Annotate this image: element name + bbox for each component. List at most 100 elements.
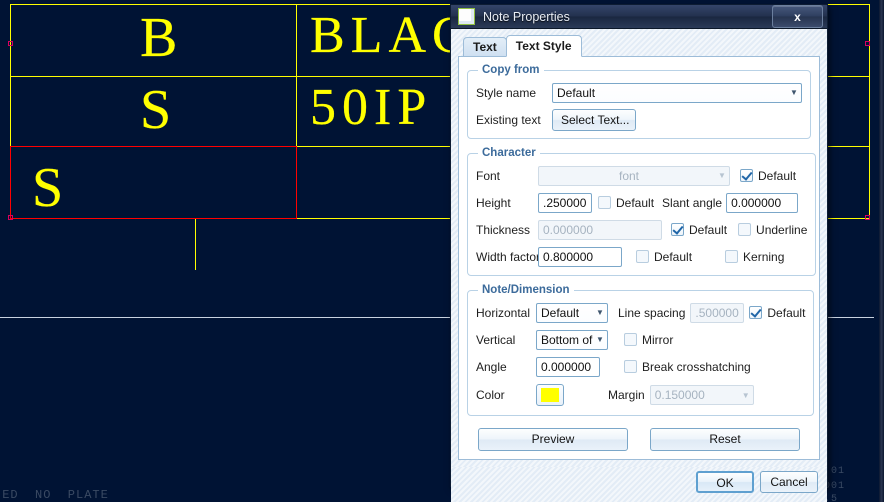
application-window: B BLACK S 50IP S IED NO PLATE .XX +-0.01… bbox=[0, 0, 884, 502]
slant-angle-input[interactable] bbox=[726, 192, 799, 213]
row-width-factor: Width factor Default Kerning bbox=[476, 246, 807, 267]
underline-label: Underline bbox=[756, 222, 808, 237]
tab-panel-text-style: Copy from Style name Default ▼ Existing … bbox=[458, 57, 820, 460]
checkbox-box bbox=[598, 196, 611, 209]
row-horizontal: Horizontal Default ▼ Line spacing Defaul… bbox=[476, 302, 805, 323]
checkbox-box bbox=[624, 333, 637, 346]
margin-label: Margin bbox=[608, 388, 645, 402]
note-properties-dialog: Note Properties x Text Text Style Copy f… bbox=[450, 4, 828, 502]
thickness-input[interactable] bbox=[538, 219, 662, 240]
style-name-label: Style name bbox=[476, 85, 537, 100]
row-font: Font font ▼ Default bbox=[476, 165, 807, 186]
tab-text[interactable]: Text bbox=[463, 37, 507, 56]
vertical-combo[interactable]: Bottom of ▼ bbox=[536, 329, 608, 350]
horizontal-combo[interactable]: Default ▼ bbox=[536, 302, 608, 323]
font-value: font bbox=[618, 168, 639, 183]
row-style-name: Style name Default ▼ bbox=[476, 82, 802, 103]
row-existing-text: Existing text Select Text... bbox=[476, 108, 802, 131]
font-label: Font bbox=[476, 168, 501, 183]
group-note-dimension: Note/Dimension Horizontal Default ▼ Line… bbox=[467, 284, 815, 416]
host-scrollbar[interactable] bbox=[879, 0, 884, 502]
height-label: Height bbox=[476, 195, 511, 210]
angle-input[interactable] bbox=[536, 356, 600, 377]
font-default-checkbox[interactable]: Default bbox=[740, 169, 796, 183]
ok-button[interactable]: OK bbox=[696, 471, 754, 493]
row-thickness: Thickness Default Underline bbox=[476, 219, 807, 240]
kerning-label: Kerning bbox=[743, 249, 785, 264]
kerning-checkbox[interactable]: Kerning bbox=[725, 250, 784, 264]
thickness-default-label: Default bbox=[689, 222, 728, 237]
color-label: Color bbox=[476, 388, 505, 402]
checkbox-box bbox=[740, 169, 753, 182]
cad-grip-handle[interactable] bbox=[8, 215, 13, 220]
cad-text-cell-selected[interactable]: S bbox=[32, 160, 69, 216]
underline-checkbox[interactable]: Underline bbox=[738, 223, 807, 237]
cad-grip-handle[interactable] bbox=[865, 41, 870, 46]
vertical-value: Bottom of bbox=[541, 332, 593, 347]
chevron-down-icon: ▼ bbox=[596, 308, 604, 317]
panel-action-buttons: Preview Reset bbox=[467, 424, 811, 451]
checkbox-box bbox=[671, 223, 684, 236]
mirror-label: Mirror bbox=[642, 332, 674, 347]
tabstrip: Text Text Style bbox=[458, 35, 820, 57]
tab-text-style[interactable]: Text Style bbox=[505, 35, 582, 57]
dialog-body: Text Text Style Copy from Style name Def… bbox=[451, 29, 827, 467]
close-icon[interactable]: x bbox=[772, 5, 823, 28]
width-factor-default-checkbox[interactable]: Default bbox=[636, 250, 692, 264]
font-default-label: Default bbox=[758, 168, 797, 183]
cad-text-cell[interactable]: B bbox=[140, 10, 183, 66]
group-note-dimension-legend: Note/Dimension bbox=[482, 284, 570, 296]
line-spacing-default-checkbox[interactable]: Default bbox=[749, 306, 805, 320]
slant-angle-label: Slant angle bbox=[662, 195, 723, 210]
note-document-icon bbox=[458, 8, 475, 25]
width-factor-default-label: Default bbox=[654, 249, 693, 264]
group-character: Character Font font ▼ Default Height .25… bbox=[467, 147, 817, 276]
cad-grip-handle[interactable] bbox=[865, 215, 870, 220]
checkbox-box bbox=[725, 250, 739, 263]
style-name-combo[interactable]: Default ▼ bbox=[552, 82, 802, 103]
cad-grip-handle[interactable] bbox=[8, 41, 13, 46]
vertical-label: Vertical bbox=[476, 332, 516, 347]
horizontal-value: Default bbox=[541, 305, 580, 320]
reset-button[interactable]: Reset bbox=[650, 428, 800, 451]
angle-label: Angle bbox=[476, 359, 507, 374]
checkbox-box bbox=[749, 306, 763, 319]
existing-text-label: Existing text bbox=[476, 112, 541, 127]
group-copy-from: Copy from Style name Default ▼ Existing … bbox=[467, 64, 811, 139]
break-crosshatching-checkbox[interactable]: Break crosshatching bbox=[624, 360, 751, 374]
preview-button[interactable]: Preview bbox=[478, 428, 628, 451]
cad-faint-label: IED NO PLATE bbox=[0, 488, 109, 502]
width-factor-input[interactable] bbox=[538, 246, 622, 267]
row-height: Height Default Slant angle bbox=[476, 192, 807, 213]
cad-selection-line bbox=[296, 146, 297, 219]
row-color: Color Margin 0.150000 ▼ bbox=[476, 383, 805, 407]
horizontal-label: Horizontal bbox=[476, 305, 531, 320]
cad-text-cell[interactable]: 50IP bbox=[310, 81, 432, 134]
line-spacing-default-label: Default bbox=[767, 305, 806, 320]
mirror-checkbox[interactable]: Mirror bbox=[624, 333, 673, 347]
cad-line-vertical bbox=[869, 4, 870, 219]
checkbox-box bbox=[624, 360, 637, 373]
checkbox-box bbox=[738, 223, 752, 236]
group-character-legend: Character bbox=[482, 147, 536, 159]
margin-combo[interactable]: 0.150000 ▼ bbox=[649, 385, 754, 405]
height-default-label: Default bbox=[616, 195, 655, 210]
dialog-footer: OK Cancel bbox=[451, 467, 827, 502]
checkbox-box bbox=[636, 250, 649, 263]
height-default-checkbox[interactable]: Default bbox=[598, 196, 654, 210]
color-swatch-fill bbox=[541, 388, 559, 402]
select-text-button[interactable]: Select Text... bbox=[552, 108, 636, 131]
chevron-down-icon: ▼ bbox=[596, 335, 604, 344]
cad-text-cell[interactable]: S bbox=[140, 82, 177, 138]
thickness-label: Thickness bbox=[476, 222, 531, 237]
cad-selection-line bbox=[10, 146, 297, 147]
dialog-titlebar[interactable]: Note Properties x bbox=[451, 5, 827, 29]
break-crosshatching-label: Break crosshatching bbox=[642, 359, 751, 374]
cancel-button[interactable]: Cancel bbox=[760, 471, 818, 493]
thickness-default-checkbox[interactable]: Default bbox=[671, 223, 727, 237]
line-spacing-input[interactable] bbox=[690, 302, 745, 323]
font-combo[interactable]: font ▼ bbox=[538, 165, 730, 186]
height-input[interactable] bbox=[538, 192, 592, 213]
color-swatch-button[interactable] bbox=[536, 384, 564, 406]
chevron-down-icon: ▼ bbox=[718, 171, 726, 180]
